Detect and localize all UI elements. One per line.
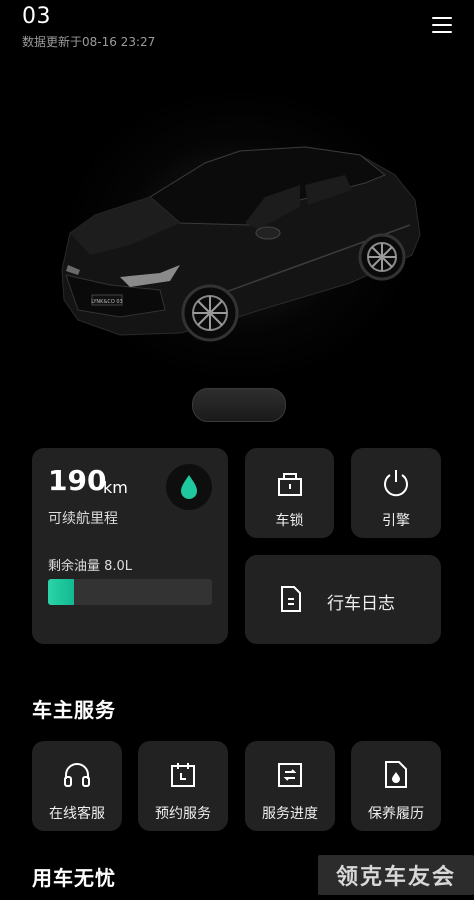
fuel-label: 剩余油量 8.0L bbox=[48, 559, 133, 574]
service-appointment[interactable]: 预约服务 bbox=[138, 741, 228, 831]
range-unit: km bbox=[103, 478, 128, 497]
watermark-logo: 领克车友会 bbox=[318, 855, 474, 895]
key-fob-icon[interactable] bbox=[192, 388, 286, 422]
headphones-icon bbox=[64, 763, 90, 787]
engine-button[interactable]: 引擎 bbox=[351, 448, 441, 538]
engine-label: 引擎 bbox=[382, 513, 410, 529]
service-label: 预约服务 bbox=[155, 806, 211, 822]
page-title: 03 bbox=[22, 4, 51, 29]
car-badge: LYNK&CO 03 bbox=[91, 299, 122, 305]
range-value: 190 bbox=[48, 464, 107, 497]
document-icon bbox=[281, 586, 301, 612]
menu-icon[interactable] bbox=[432, 16, 452, 34]
service-online-support[interactable]: 在线客服 bbox=[32, 741, 122, 831]
fuel-drop-icon bbox=[166, 464, 212, 510]
fuel-bar bbox=[48, 579, 212, 605]
owner-services-title: 车主服务 bbox=[32, 698, 116, 722]
lock-label: 车锁 bbox=[275, 513, 304, 529]
update-time: 数据更新于08-16 23:27 bbox=[22, 35, 156, 49]
maintenance-icon bbox=[385, 761, 407, 788]
lock-button[interactable]: 车锁 bbox=[245, 448, 334, 538]
trip-log-label: 行车日志 bbox=[327, 594, 395, 614]
range-label: 可续航里程 bbox=[48, 511, 118, 527]
service-label: 服务进度 bbox=[262, 806, 318, 822]
service-label: 在线客服 bbox=[49, 806, 105, 822]
service-progress[interactable]: 服务进度 bbox=[245, 741, 335, 831]
trip-log-button[interactable]: 行车日志 bbox=[245, 555, 441, 644]
lock-icon bbox=[278, 473, 302, 496]
progress-icon bbox=[278, 763, 302, 787]
car-illustration: LYNK&CO 03 bbox=[61, 146, 421, 342]
service-maintenance-history[interactable]: 保养履历 bbox=[351, 741, 441, 831]
worry-free-title: 用车无忧 bbox=[32, 866, 116, 890]
power-icon bbox=[384, 470, 408, 497]
fuel-bar-fill bbox=[48, 579, 75, 605]
car-image: LYNK&CO 03 bbox=[0, 85, 474, 395]
calendar-icon bbox=[171, 763, 195, 787]
service-label: 保养履历 bbox=[368, 806, 424, 822]
